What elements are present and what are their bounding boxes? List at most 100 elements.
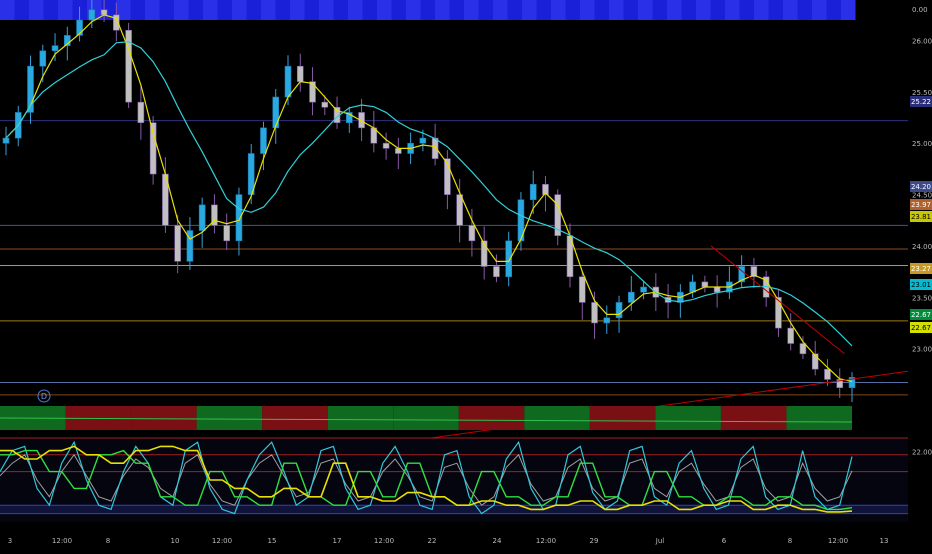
time-tick-label: 22 [428,537,437,545]
time-tick-label: 8 [788,537,792,545]
price-tick-label: 26.00 [912,38,932,46]
candle-body [149,122,157,175]
time-tick-label: 24 [493,537,502,545]
price-tag-label: 23.97 [911,201,931,209]
candle-body [100,9,108,16]
candle-body [198,204,206,231]
candle-body [787,327,794,344]
session-block [174,0,189,20]
session-block [783,0,798,20]
volume-band [131,406,197,430]
price-tick-label: 24.50 [912,192,932,200]
candle-body [591,302,598,324]
trading-chart[interactable]: 13.22 100.050.078.860.616.813.2 0.00 26.0… [0,0,932,550]
session-block [754,0,769,20]
time-tick-label: 15 [268,537,277,545]
session-block [667,0,682,20]
time-axis[interactable]: 3 12:00 8 10 12:00 15 17 12:00 22 24 12:00 29 Jul 6 8 1… [0,528,932,550]
candle-body [493,266,500,278]
price-tag-label: 23.81 [911,213,931,221]
time-tick-label: 12:00 [212,537,232,545]
session-block [275,0,290,20]
session-block [609,0,624,20]
volume-band [196,406,263,430]
candle-body [640,286,647,293]
session-block [319,0,334,20]
session-block [43,0,58,20]
session-block [841,0,856,20]
dividend-icon-letter: D [41,392,47,401]
session-block [362,0,377,20]
candle-body [88,9,96,21]
session-block [435,0,450,20]
price-axis-top-label: 0.00 [912,6,928,14]
candle-body [296,65,304,82]
price-tag-label: 24.20 [911,183,931,191]
candle-body [125,29,132,103]
session-block [0,0,15,20]
session-block [449,0,464,20]
session-block [261,0,276,20]
session-block [232,0,247,20]
candle-body [431,137,439,159]
session-block [188,0,203,20]
session-block [377,0,392,20]
session-block [290,0,305,20]
price-tag-label: 22.67 [911,324,931,332]
volume-band [589,406,656,430]
candle-body [419,137,427,144]
volume-band [262,406,328,430]
session-block [580,0,595,20]
session-block [203,0,218,20]
session-block [14,0,29,20]
session-block [522,0,537,20]
session-block [29,0,44,20]
session-block [507,0,522,20]
price-tag-label: 22.67 [911,311,931,319]
price-tick-label: 22.00 [912,448,932,456]
time-tick-label: 6 [722,537,727,545]
session-block [420,0,435,20]
price-tick-label: 23.00 [912,346,932,354]
session-block [304,0,319,20]
candle-body [284,65,292,98]
time-tick-label: 29 [590,537,599,545]
candle-body [689,281,696,293]
top-session-banner [0,0,856,20]
session-block [768,0,783,20]
candle-body [321,101,329,108]
session-block [464,0,479,20]
session-block [739,0,754,20]
price-tag-label: 23.01 [911,281,931,289]
price-axis[interactable]: 0.00 26.00 25.50 25.00 24.50 24.00 23.50 23.00 2… [908,0,932,550]
candle-body [799,343,807,355]
price-tick-label: 23.50 [912,294,932,302]
candle-body [51,45,59,52]
session-block [710,0,725,20]
volume-band [786,406,852,430]
time-tick-label: 12:00 [374,537,394,545]
candle-body [260,127,267,154]
session-block [159,0,174,20]
session-block [478,0,493,20]
time-tick-label: 12:00 [828,537,848,545]
session-block [217,0,232,20]
price-tag-label: 25.22 [911,98,931,106]
candle-body [628,291,635,303]
time-tick-label: 17 [333,537,342,545]
candle-body [223,225,230,242]
candle-body [137,101,145,124]
candle-body [578,276,586,303]
candle-body [272,96,280,129]
time-tick-label: 3 [8,537,12,545]
candle-body [456,194,463,226]
volume-band [655,406,721,430]
candle-body [309,81,316,103]
price-tick-label: 25.50 [912,89,932,97]
candle-body [2,137,10,144]
time-tick-label: 10 [171,537,180,545]
time-tick-label: 8 [106,537,110,545]
session-block [348,0,363,20]
candle-body [615,302,623,319]
session-block [406,0,421,20]
